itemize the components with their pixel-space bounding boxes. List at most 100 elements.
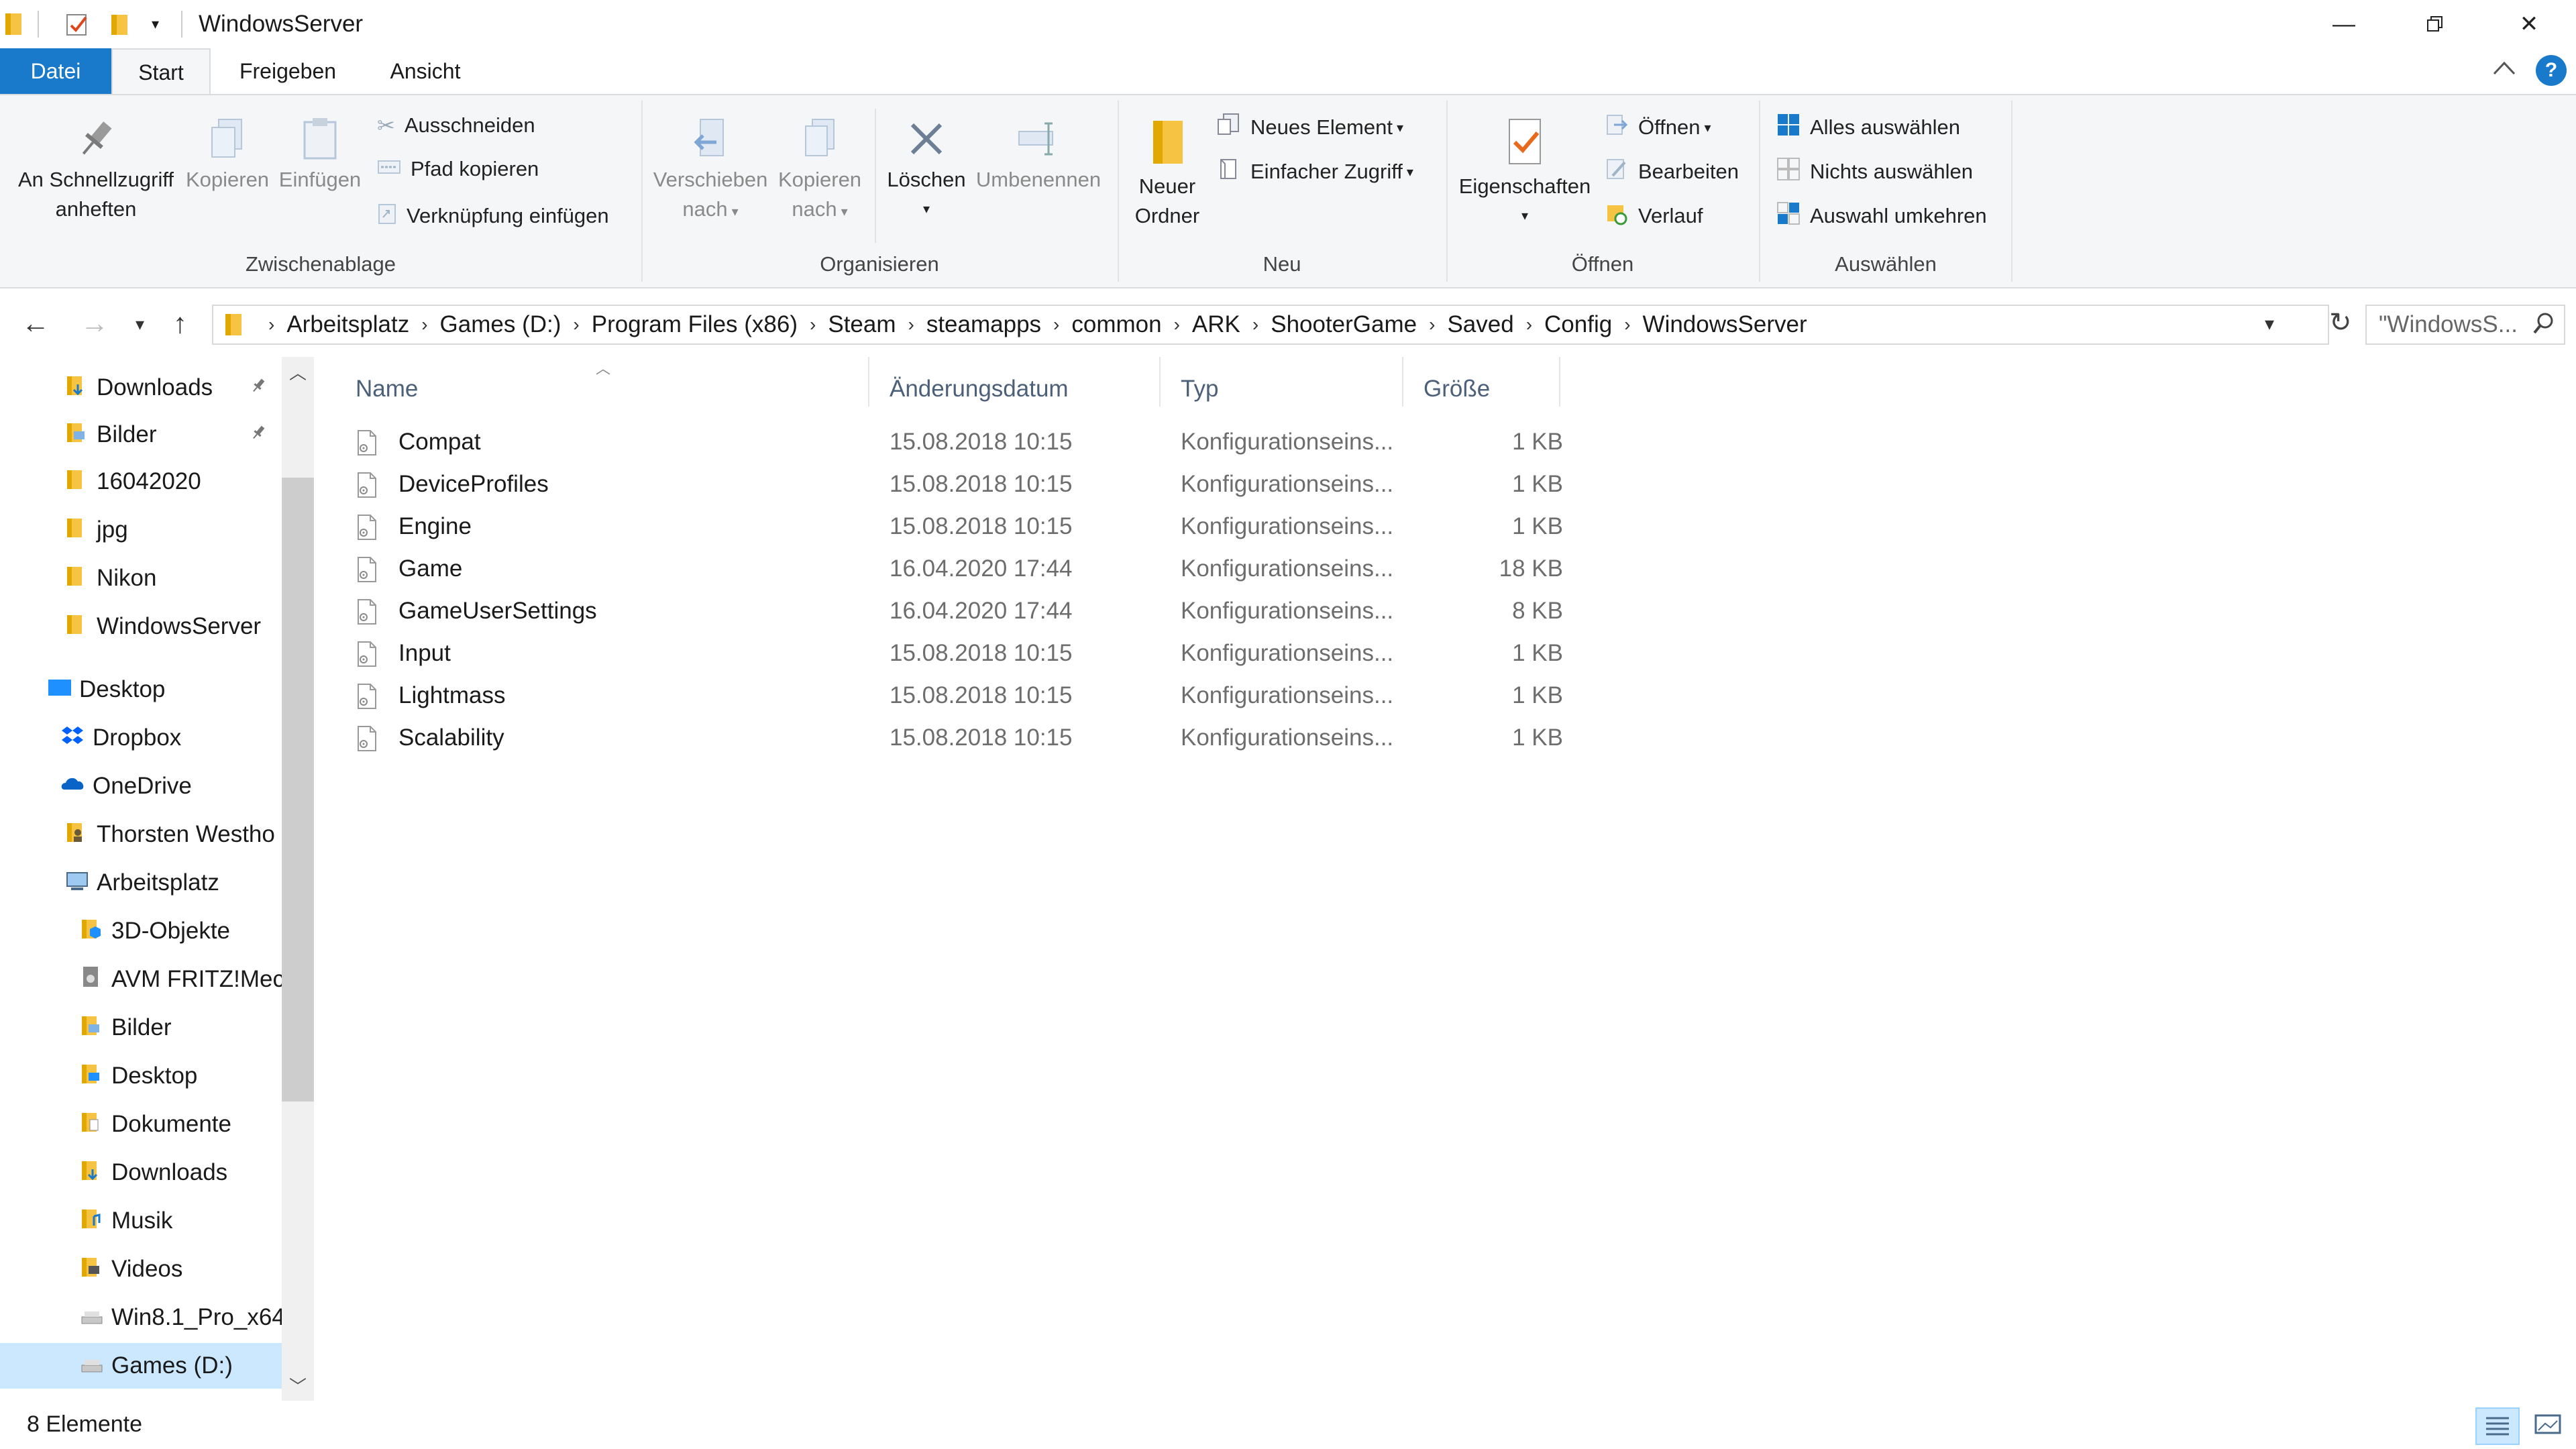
- select-none-button[interactable]: Nichts auswählen: [1776, 157, 1973, 186]
- breadcrumb-item[interactable]: Program Files (x86): [592, 311, 798, 338]
- nav-item[interactable]: Nikon: [0, 555, 282, 601]
- nav-item[interactable]: 16042020: [0, 459, 282, 504]
- nav-item[interactable]: Thorsten Westho: [0, 812, 282, 857]
- pin-quick-access-button[interactable]: An Schnellzugriff anheften: [12, 115, 180, 224]
- nav-item[interactable]: Dropbox: [0, 715, 282, 761]
- nav-item[interactable]: Arbeitsplatz: [0, 860, 282, 906]
- back-arrow-icon[interactable]: ←: [21, 307, 50, 339]
- pin-icon[interactable]: [250, 424, 267, 446]
- tab-view[interactable]: Ansicht: [370, 48, 480, 94]
- easy-access-button[interactable]: Einfacher Zugriff ▾: [1217, 157, 1413, 186]
- nav-item[interactable]: Musik: [0, 1198, 282, 1244]
- nav-item[interactable]: Bilder: [0, 412, 282, 458]
- breadcrumb-item[interactable]: steamapps: [926, 311, 1041, 338]
- column-header-date[interactable]: Änderungsdatum: [869, 368, 1159, 411]
- new-item-button[interactable]: Neues Element ▾: [1217, 113, 1403, 142]
- ribbon-collapse-button[interactable]: [2493, 58, 2516, 80]
- recent-locations-chevron-icon[interactable]: ▾: [136, 314, 144, 335]
- tab-start[interactable]: Start: [111, 48, 211, 94]
- file-row[interactable]: Compat 15.08.2018 10:15 Konfigurationseins…: [356, 421, 1697, 463]
- nav-item[interactable]: WindowsServer: [0, 604, 282, 649]
- paste-button[interactable]: Einfügen: [275, 115, 365, 195]
- pin-icon[interactable]: [250, 377, 267, 399]
- breadcrumb-item[interactable]: common: [1071, 311, 1161, 338]
- new-folder-button[interactable]: Neuer Ordner: [1127, 115, 1208, 231]
- nav-item[interactable]: Videos: [0, 1246, 282, 1292]
- up-arrow-icon[interactable]: ↑: [173, 307, 187, 339]
- customize-quick-access-icon[interactable]: ▾: [152, 9, 159, 39]
- breadcrumb-item[interactable]: Steam: [828, 311, 896, 338]
- nav-item[interactable]: Games (D:): [0, 1343, 282, 1389]
- new-folder-quick-icon[interactable]: [109, 9, 131, 39]
- tab-file[interactable]: Datei: [0, 48, 111, 94]
- column-header-size[interactable]: Größe: [1403, 368, 1559, 411]
- breadcrumb-item[interactable]: Config: [1544, 311, 1612, 338]
- move-to-button[interactable]: Verschieben nach ▾: [648, 115, 773, 227]
- restore-button[interactable]: [2388, 0, 2482, 48]
- column-header-name[interactable]: Name: [335, 368, 868, 411]
- nav-scrollbar[interactable]: ︿ ﹀: [282, 357, 314, 1401]
- open-button[interactable]: Öffnen ▾: [1605, 113, 1711, 142]
- nav-item[interactable]: Win8.1_Pro_x64: [0, 1295, 282, 1340]
- file-row[interactable]: Scalability 15.08.2018 10:15 Konfiguration…: [356, 717, 1697, 759]
- nav-item[interactable]: Bilder: [0, 1005, 282, 1051]
- breadcrumb-separator-icon[interactable]: ›: [268, 314, 274, 335]
- file-row[interactable]: DeviceProfiles 15.08.2018 10:15 Konfigurat…: [356, 464, 1697, 505]
- nav-item[interactable]: Downloads: [0, 365, 282, 411]
- help-button[interactable]: ?: [2536, 55, 2567, 86]
- nav-item[interactable]: Dokumente: [0, 1102, 282, 1147]
- tab-share[interactable]: Freigeben: [225, 48, 350, 94]
- minimize-button[interactable]: —: [2297, 0, 2391, 48]
- breadcrumb-separator-icon[interactable]: ›: [908, 314, 914, 335]
- select-all-button[interactable]: Alles auswählen: [1776, 113, 1960, 142]
- file-row[interactable]: Game 16.04.2020 17:44 Konfigurationseins..…: [356, 548, 1697, 590]
- column-divider[interactable]: [1559, 357, 1560, 407]
- nav-item[interactable]: AVM FRITZ!Mec: [0, 957, 282, 1002]
- file-row[interactable]: Input 15.08.2018 10:15 Konfigurationseins.…: [356, 633, 1697, 674]
- breadcrumb-separator-icon[interactable]: ›: [573, 314, 579, 335]
- paste-shortcut-button[interactable]: Verknüpfung einfügen: [377, 201, 609, 231]
- nav-item[interactable]: Desktop: [0, 1053, 282, 1099]
- forward-arrow-icon[interactable]: →: [80, 307, 109, 339]
- breadcrumb-item[interactable]: ShooterGame: [1271, 311, 1417, 338]
- properties-dropdown-caret[interactable]: ▾: [1453, 201, 1597, 231]
- breadcrumb-separator-icon[interactable]: ›: [1624, 314, 1630, 335]
- file-row[interactable]: GameUserSettings 16.04.2020 17:44 Konfigur…: [356, 590, 1697, 632]
- address-dropdown-chevron-icon[interactable]: ▾: [2265, 313, 2274, 335]
- details-view-button[interactable]: [2475, 1407, 2520, 1445]
- breadcrumb-separator-icon[interactable]: ›: [1429, 314, 1435, 335]
- scroll-thumb[interactable]: [282, 478, 314, 1102]
- breadcrumb-item[interactable]: Games (D:): [440, 311, 561, 338]
- file-row[interactable]: Lightmass 15.08.2018 10:15 Konfigurationse…: [356, 675, 1697, 716]
- close-button[interactable]: ✕: [2482, 0, 2576, 48]
- invert-selection-button[interactable]: Auswahl umkehren: [1776, 201, 1987, 231]
- large-icons-view-button[interactable]: [2528, 1407, 2568, 1445]
- address-bar[interactable]: › Arbeitsplatz › Games (D:) › Program Files …: [212, 305, 2329, 345]
- search-input[interactable]: "WindowsS...: [2365, 305, 2565, 345]
- delete-dropdown-caret[interactable]: ▾: [881, 195, 971, 224]
- nav-item[interactable]: Desktop: [0, 667, 282, 712]
- breadcrumb-separator-icon[interactable]: ›: [1053, 314, 1059, 335]
- nav-item[interactable]: 3D-Objekte: [0, 908, 282, 954]
- properties-button[interactable]: Eigenschaften ▾: [1453, 115, 1597, 231]
- history-button[interactable]: Verlauf: [1605, 201, 1703, 231]
- breadcrumb-separator-icon[interactable]: ›: [810, 314, 816, 335]
- breadcrumb-separator-icon[interactable]: ›: [1252, 314, 1258, 335]
- properties-quick-icon[interactable]: [64, 9, 91, 39]
- breadcrumb-item[interactable]: Arbeitsplatz: [286, 311, 409, 338]
- edit-button[interactable]: Bearbeiten: [1605, 157, 1739, 186]
- cut-button[interactable]: ✂ Ausschneiden: [377, 113, 535, 138]
- scroll-down-chevron-icon[interactable]: ﹀: [282, 1373, 314, 1398]
- breadcrumb-separator-icon[interactable]: ›: [421, 314, 427, 335]
- nav-item[interactable]: OneDrive: [0, 763, 282, 809]
- breadcrumb-item[interactable]: Saved: [1447, 311, 1513, 338]
- copy-button[interactable]: Kopieren: [182, 115, 272, 195]
- delete-button[interactable]: Löschen ▾: [881, 115, 971, 224]
- breadcrumb-separator-icon[interactable]: ›: [1526, 314, 1532, 335]
- copy-path-button[interactable]: Pfad kopieren: [377, 157, 539, 181]
- scroll-up-chevron-icon[interactable]: ︿: [282, 360, 314, 384]
- column-header-type[interactable]: Typ: [1161, 368, 1402, 411]
- rename-button[interactable]: Umbenennen: [973, 115, 1104, 195]
- breadcrumb-separator-icon[interactable]: ›: [1174, 314, 1180, 335]
- copy-to-button[interactable]: Kopieren nach ▾: [771, 115, 868, 227]
